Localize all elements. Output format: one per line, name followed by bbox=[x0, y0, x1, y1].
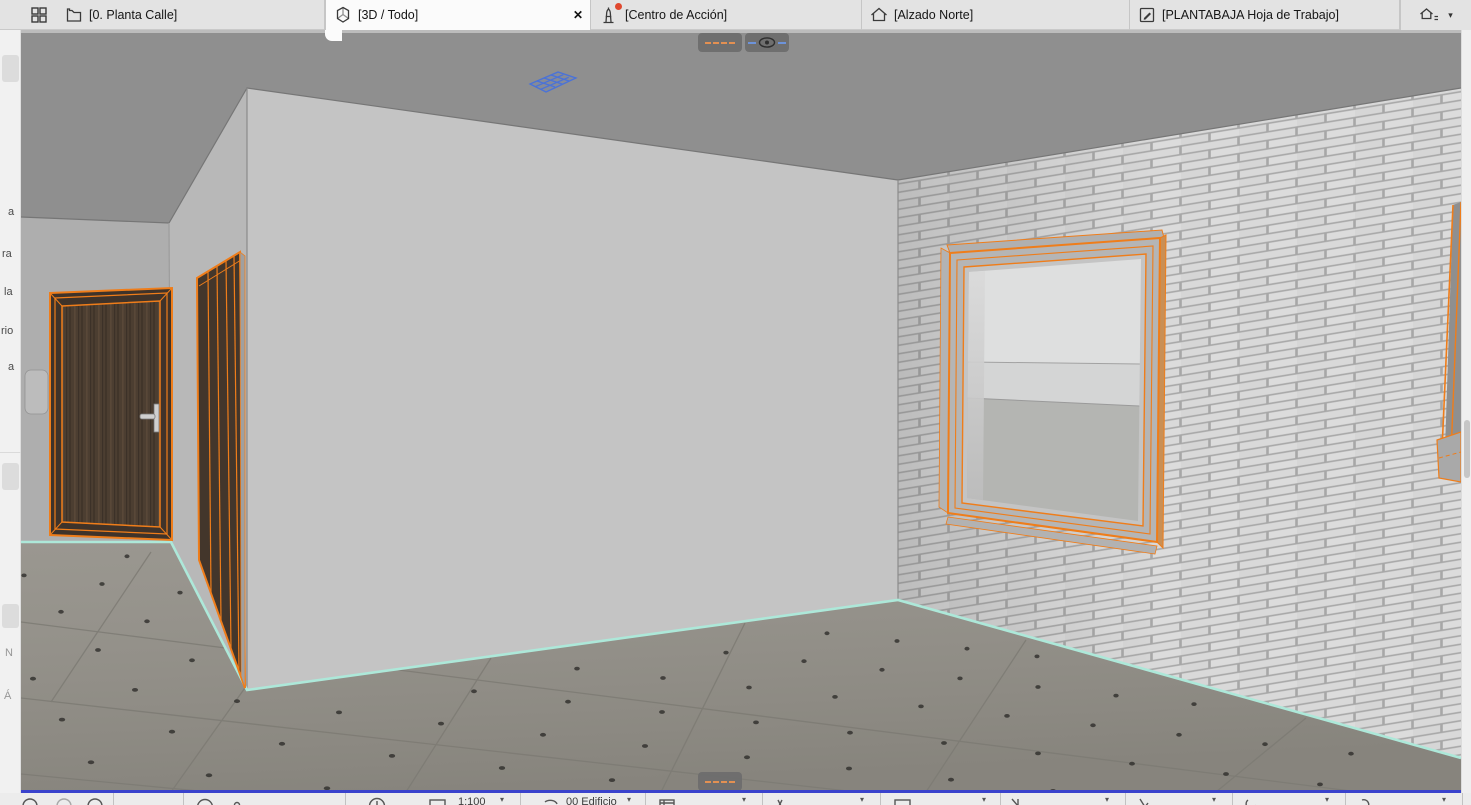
toolbox-button[interactable] bbox=[2, 55, 19, 82]
tab-planta-calle[interactable]: [0. Planta Calle] bbox=[57, 0, 325, 30]
archicad-window: [0. Planta Calle] [3D / Todo] ✕ [Centro … bbox=[0, 0, 1471, 805]
chevron-down-icon: ▾ bbox=[1325, 795, 1329, 804]
right-scrollbar-track[interactable] bbox=[1461, 30, 1471, 805]
tab-label: [Alzado Norte] bbox=[894, 8, 973, 22]
floor-plan-icon bbox=[65, 6, 83, 24]
dashed-line-icon bbox=[705, 42, 735, 44]
action-center-icon bbox=[599, 6, 619, 25]
scale-quick-option[interactable]: 1:100 bbox=[458, 796, 486, 805]
tab-centro-de-accion[interactable]: [Centro de Acción] bbox=[591, 0, 862, 30]
chevron-down-icon: ▾ bbox=[1448, 10, 1453, 21]
chevron-down-icon: ▾ bbox=[1212, 795, 1216, 804]
toolbox-label-fragment: rio bbox=[1, 325, 13, 337]
tab-3d-todo[interactable]: [3D / Todo] ✕ bbox=[325, 0, 591, 30]
toolbox-label-fragment: Á bbox=[4, 690, 11, 702]
active-tab-flare bbox=[325, 30, 342, 41]
dashed-line-icon bbox=[705, 781, 735, 783]
tab-label: [Centro de Acción] bbox=[625, 8, 727, 22]
dash-left bbox=[748, 42, 756, 44]
main-wall[interactable] bbox=[247, 88, 898, 690]
statusbar-icon-stubs bbox=[0, 793, 1471, 805]
chevron-down-icon: ▾ bbox=[742, 795, 746, 804]
toolbox-button[interactable] bbox=[2, 463, 19, 490]
panel-grab-tab[interactable] bbox=[25, 370, 48, 414]
tab-grid-icon bbox=[30, 6, 48, 24]
visibility-button[interactable] bbox=[745, 33, 789, 52]
elevation-icon bbox=[870, 6, 888, 24]
scrollbar-thumb[interactable] bbox=[1464, 420, 1470, 478]
toolbox-label-fragment: ra bbox=[2, 248, 12, 260]
chevron-down-icon: ▾ bbox=[1442, 795, 1446, 804]
toolbox-label-fragment: N bbox=[5, 647, 13, 659]
toolbox-label-fragment: la bbox=[4, 286, 13, 298]
3d-viewport[interactable] bbox=[21, 30, 1461, 792]
tab-plantabaja-hoja[interactable]: [PLANTABAJA Hoja de Trabajo] bbox=[1130, 0, 1400, 30]
door-1-selected[interactable] bbox=[50, 288, 172, 540]
tab-alzado-norte[interactable]: [Alzado Norte] bbox=[862, 0, 1130, 30]
view-tab-bar: [0. Planta Calle] [3D / Todo] ✕ [Centro … bbox=[0, 0, 1471, 30]
chevron-down-icon: ▾ bbox=[627, 795, 631, 804]
toolbox-label-fragment: a bbox=[8, 206, 14, 218]
active-view-border bbox=[21, 790, 1461, 793]
window-glass bbox=[967, 259, 1141, 521]
toolbox-strip: a ra la rio a N Á bbox=[0, 30, 21, 805]
toolbox-label-fragment: a bbox=[8, 361, 14, 373]
tab-list-dropdown-button[interactable]: ▾ bbox=[1400, 0, 1471, 30]
tab-overview-button[interactable] bbox=[26, 5, 52, 25]
toolbox-divider bbox=[0, 452, 21, 453]
eye-icon bbox=[758, 36, 776, 49]
viewport-top-edge bbox=[21, 30, 1461, 33]
quick-options-bar[interactable]: 1:100 00 Edificio ▾ ▾ ▾ ▾ ▾ ▾ ▾ ▾ ▾ bbox=[0, 793, 1471, 805]
tab-label: [PLANTABAJA Hoja de Trabajo] bbox=[1162, 8, 1339, 22]
chevron-down-icon: ▾ bbox=[860, 795, 864, 804]
chevron-down-icon: ▾ bbox=[500, 795, 504, 804]
layer-combination-quick-option[interactable]: 00 Edificio bbox=[566, 796, 617, 805]
tab-label: [0. Planta Calle] bbox=[89, 8, 177, 22]
tab-label: [3D / Todo] bbox=[358, 8, 418, 22]
3d-scene bbox=[21, 30, 1461, 792]
toolbox-button[interactable] bbox=[2, 604, 19, 628]
window-selected[interactable] bbox=[939, 230, 1166, 554]
marquee-button-bottom[interactable] bbox=[698, 772, 742, 791]
3d-view-icon bbox=[334, 6, 352, 24]
dash-right bbox=[778, 42, 786, 44]
chevron-down-icon: ▾ bbox=[1105, 795, 1109, 804]
model-views-icon bbox=[1419, 6, 1443, 24]
notification-dot bbox=[615, 3, 622, 10]
marquee-button-top[interactable] bbox=[698, 33, 742, 52]
close-icon[interactable]: ✕ bbox=[573, 0, 583, 30]
worksheet-icon bbox=[1138, 6, 1156, 24]
chevron-down-icon: ▾ bbox=[982, 795, 986, 804]
